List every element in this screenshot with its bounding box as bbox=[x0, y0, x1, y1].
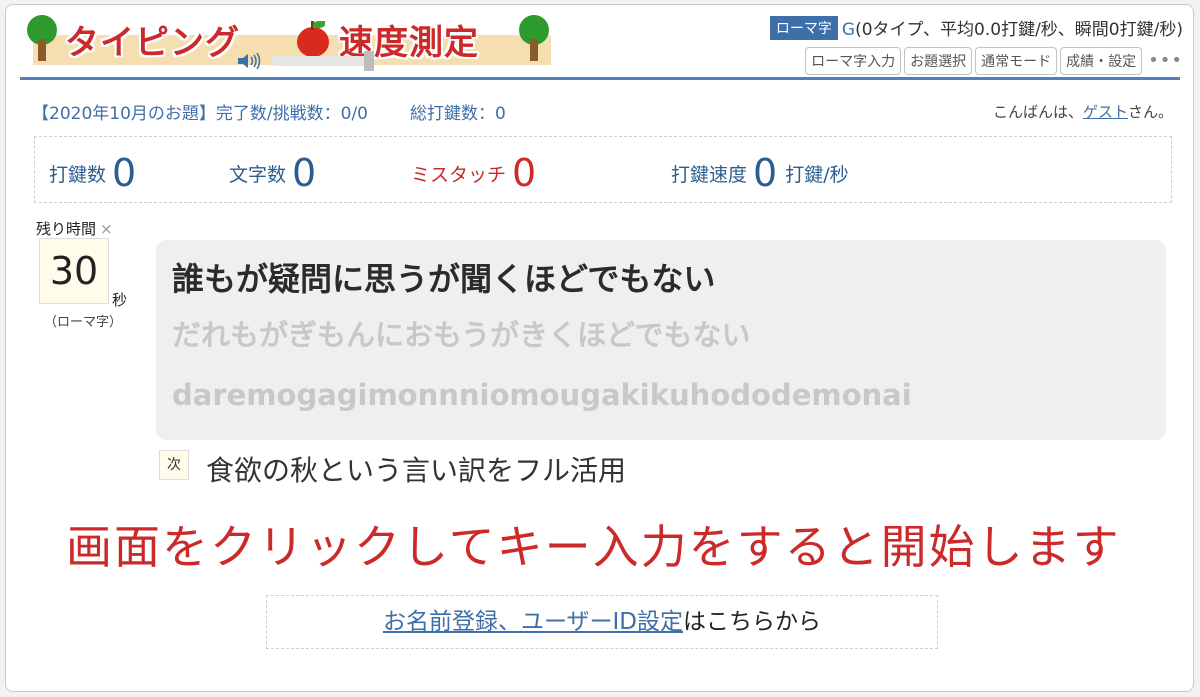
stat-chars: 文字数 0 bbox=[229, 151, 317, 195]
header-status: ローマ字 G(0タイプ、平均0.0打鍵/秒、瞬間0打鍵/秒) bbox=[769, 15, 1183, 40]
volume-slider-thumb[interactable] bbox=[364, 51, 375, 71]
next-prompt: 食欲の秋という言い訳をフル活用 bbox=[206, 454, 627, 487]
register-box: お名前登録、ユーザーID設定はこちらから bbox=[266, 595, 938, 649]
guest-link[interactable]: ゲスト bbox=[1083, 103, 1128, 121]
stat-speed: 打鍵速度 0 打鍵/秒 bbox=[671, 151, 849, 195]
start-instruction[interactable]: 画面をクリックしてキー入力をすると開始します bbox=[66, 511, 1121, 577]
nav-normal-mode-button[interactable]: 通常モード bbox=[975, 47, 1058, 75]
miss-value: 0 bbox=[512, 151, 537, 195]
greeting: こんばんは、ゲストさん。 bbox=[992, 103, 1173, 121]
keystrokes-value: 0 bbox=[112, 151, 137, 195]
volume-slider[interactable] bbox=[272, 56, 373, 66]
input-mode-badge: ローマ字 bbox=[769, 16, 838, 40]
register-link[interactable]: お名前登録、ユーザーID設定 bbox=[383, 609, 683, 635]
stats-panel: 打鍵数 0 文字数 0 ミスタッチ 0 打鍵速度 0 打鍵/秒 bbox=[34, 136, 1172, 203]
register-suffix: はこちらから bbox=[683, 609, 822, 635]
header-controls: ローマ字入力 お題選択 通常モード 成績・設定 ••• bbox=[238, 47, 1183, 75]
speed-value: 0 bbox=[753, 151, 778, 195]
typing-prompt-panel[interactable]: 誰もが疑問に思うが聞くほどでもない だれもがぎもんにおもうがきくほどでもない d… bbox=[156, 240, 1166, 440]
speaker-icon[interactable] bbox=[237, 53, 263, 69]
stat-miss: ミスタッチ 0 bbox=[411, 151, 537, 195]
prompt-kanji: 誰もが疑問に思うが聞くほどでもない bbox=[172, 260, 716, 298]
chars-value: 0 bbox=[292, 151, 317, 195]
timer-label: 残り時間 × bbox=[36, 220, 113, 238]
timer-value: 30 bbox=[39, 238, 109, 304]
timer-close-icon[interactable]: × bbox=[100, 220, 113, 238]
prompt-romaji: daremogagimonnniomougakikuhododemonai bbox=[172, 378, 912, 412]
header-divider bbox=[20, 77, 1180, 80]
info-row: 【2020年10月のお題】完了数/挑戦数：0/0 総打鍵数：0 bbox=[32, 99, 506, 124]
nav-romaji-input-button[interactable]: ローマ字入力 bbox=[805, 47, 902, 75]
timer-unit: 秒 bbox=[112, 291, 128, 309]
logo-text-typing: タイピング bbox=[65, 23, 240, 63]
typing-status: (0タイプ、平均0.0打鍵/秒、瞬間0打鍵/秒) bbox=[855, 20, 1183, 40]
apple-icon bbox=[295, 19, 331, 59]
stat-keystrokes: 打鍵数 0 bbox=[49, 151, 137, 195]
grade-label: G bbox=[841, 20, 856, 40]
total-keystrokes: 総打鍵数：0 bbox=[409, 104, 506, 124]
more-menu-icon[interactable]: ••• bbox=[1148, 50, 1183, 71]
app-frame: タイピング 速度測定 ローマ字 G(0タイプ、平均0.0打鍵/秒、瞬間0打鍵/秒)… bbox=[5, 4, 1194, 692]
next-badge: 次 bbox=[159, 450, 189, 480]
monthly-topic-progress: 【2020年10月のお題】完了数/挑戦数：0/0 bbox=[32, 104, 368, 124]
nav-topic-select-button[interactable]: お題選択 bbox=[904, 47, 973, 75]
timer-mode: （ローマ字） bbox=[44, 315, 123, 330]
prompt-kana: だれもがぎもんにおもうがきくほどでもない bbox=[172, 318, 751, 352]
tree-icon bbox=[517, 15, 551, 63]
tree-icon bbox=[25, 15, 59, 63]
nav-results-settings-button[interactable]: 成績・設定 bbox=[1060, 47, 1143, 75]
